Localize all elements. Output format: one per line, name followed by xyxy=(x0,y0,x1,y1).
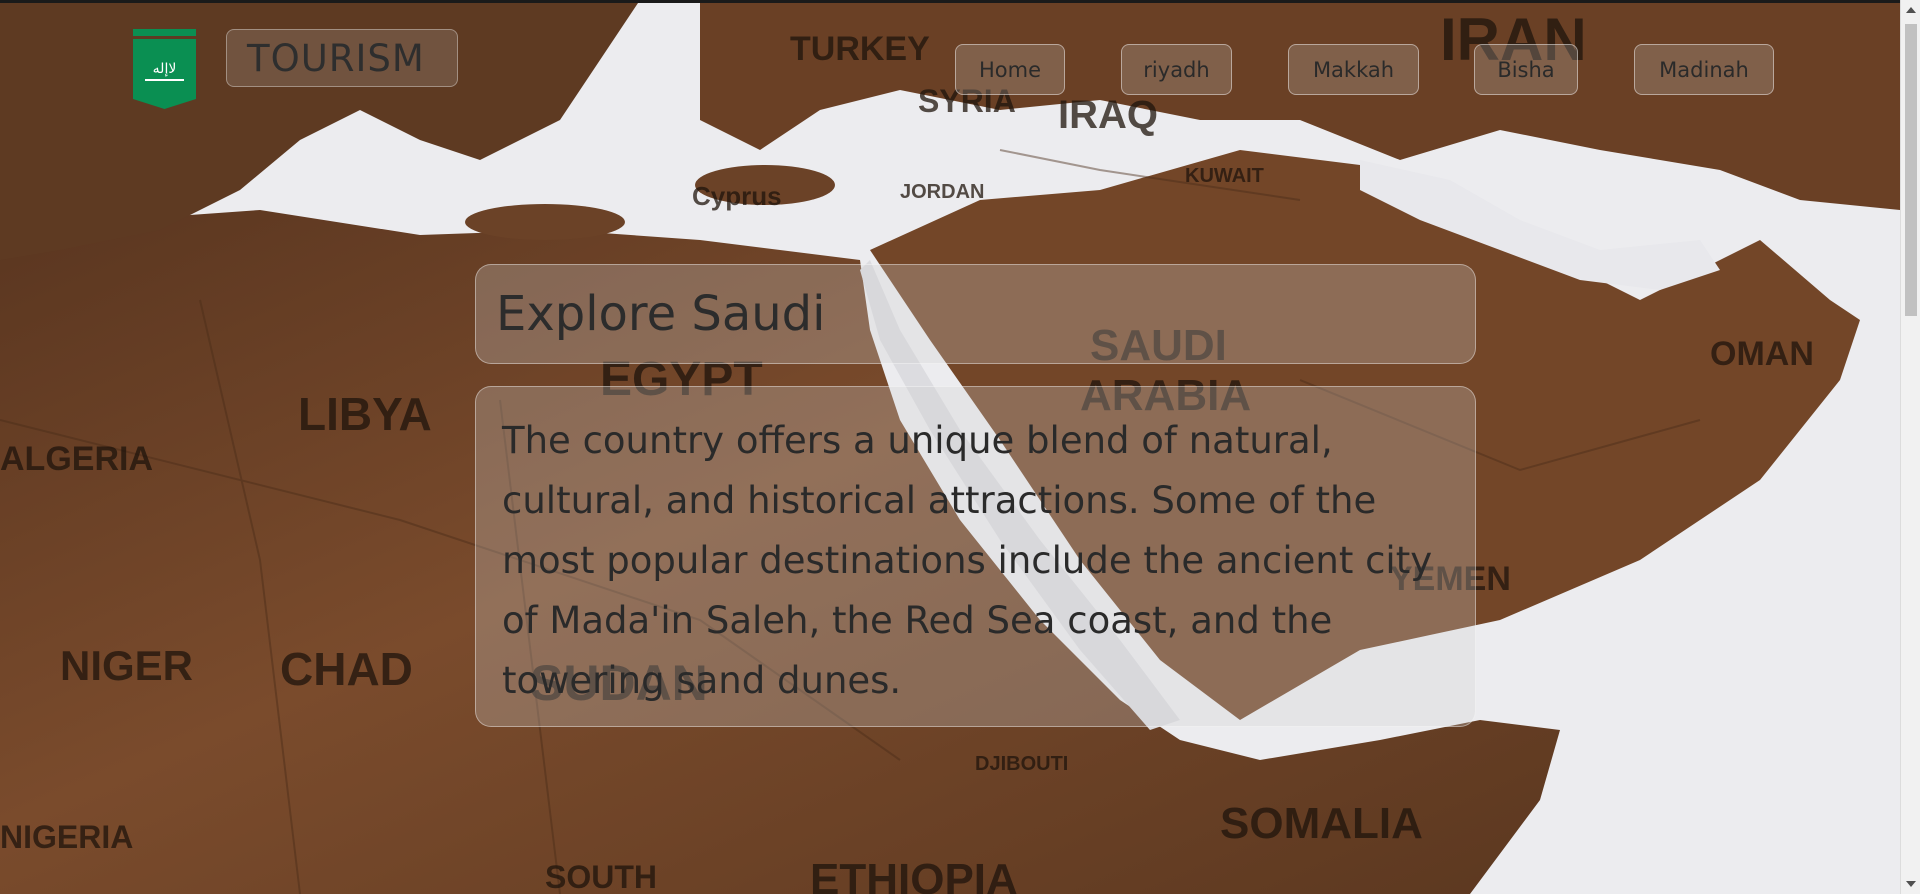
svg-text:SOMALIA: SOMALIA xyxy=(1220,799,1423,848)
nav-bisha-button[interactable]: Bisha xyxy=(1474,44,1578,95)
page: TURKEY IRAN SYRIA IRAQ Cyprus JORDAN KUW… xyxy=(0,0,1920,894)
svg-text:DJIBOUTI: DJIBOUTI xyxy=(975,753,1068,775)
logo[interactable]: لاإله xyxy=(133,29,196,109)
svg-text:TURKEY: TURKEY xyxy=(790,30,930,68)
brand-label[interactable]: TOURISM xyxy=(226,29,458,87)
hero-title: Explore Saudi xyxy=(475,264,1476,364)
svg-text:ALGERIA: ALGERIA xyxy=(0,440,153,478)
nav-madinah-button[interactable]: Madinah xyxy=(1634,44,1774,95)
svg-text:ETHIOPIA: ETHIOPIA xyxy=(810,855,1018,894)
scroll-up-icon[interactable] xyxy=(1906,7,1916,13)
svg-text:SOUTH: SOUTH xyxy=(545,859,657,894)
svg-text:LIBYA: LIBYA xyxy=(298,388,432,440)
nav-home-button[interactable]: Home xyxy=(955,44,1065,95)
vertical-scrollbar[interactable] xyxy=(1900,0,1920,894)
top-border xyxy=(0,0,1900,3)
svg-text:IRAQ: IRAQ xyxy=(1058,93,1158,137)
svg-text:NIGERIA: NIGERIA xyxy=(0,819,133,855)
svg-text:OMAN: OMAN xyxy=(1710,335,1814,373)
scroll-thumb[interactable] xyxy=(1905,24,1917,316)
svg-text:KUWAIT: KUWAIT xyxy=(1185,165,1264,187)
scroll-down-icon[interactable] xyxy=(1906,881,1916,887)
nav-makkah-button[interactable]: Makkah xyxy=(1288,44,1419,95)
saudi-flag-icon: لاإله xyxy=(133,29,196,109)
svg-text:Cyprus: Cyprus xyxy=(692,181,782,211)
hero-description: The country offers a unique blend of nat… xyxy=(475,386,1476,727)
nav-riyadh-button[interactable]: riyadh xyxy=(1121,44,1232,95)
svg-text:CHAD: CHAD xyxy=(280,643,413,695)
svg-text:NIGER: NIGER xyxy=(60,642,193,689)
svg-text:JORDAN: JORDAN xyxy=(900,181,984,203)
svg-text:لاإله: لاإله xyxy=(153,61,177,77)
